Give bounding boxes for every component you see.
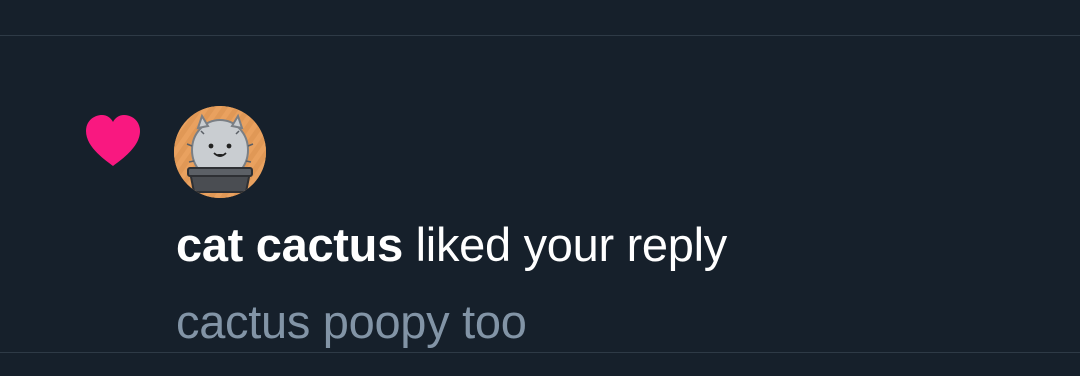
like-notification[interactable]: cat cactus liked your reply cactus poopy… <box>0 36 1080 352</box>
heart-icon <box>84 114 142 168</box>
avatar[interactable] <box>174 106 266 198</box>
divider-bottom <box>0 352 1080 353</box>
notification-headline: cat cactus liked your reply <box>176 215 727 275</box>
action-text: liked your reply <box>402 218 728 271</box>
cat-cactus-avatar-icon <box>174 106 266 198</box>
reply-preview: cactus poopy too <box>176 295 527 348</box>
notifications-screen: cat cactus liked your reply cactus poopy… <box>0 0 1080 376</box>
actor-name[interactable]: cat cactus <box>176 218 403 271</box>
